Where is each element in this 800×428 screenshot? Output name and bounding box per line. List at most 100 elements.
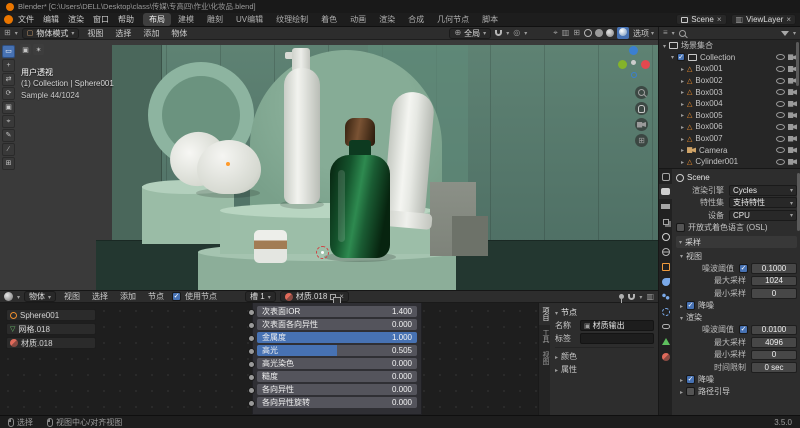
- axis-z-icon[interactable]: [629, 46, 638, 55]
- material-id-block[interactable]: 材质.018: [279, 291, 349, 305]
- use-nodes-checkbox[interactable]: [172, 292, 182, 301]
- tab-tool[interactable]: [659, 169, 672, 184]
- menu-edit[interactable]: 编辑: [39, 14, 63, 25]
- render-denoise-header[interactable]: 降噪: [676, 374, 797, 386]
- noise-threshold-checkbox[interactable]: [739, 263, 748, 273]
- snap-magnet-icon[interactable]: [495, 30, 503, 36]
- render-noise-value[interactable]: 0.0100: [751, 324, 797, 335]
- snap-options-icon[interactable]: [506, 29, 509, 37]
- hide-eye-icon[interactable]: [776, 65, 785, 72]
- navigation-gizmo[interactable]: [616, 46, 650, 80]
- snap-magnet-icon[interactable]: [628, 293, 636, 300]
- proportional-options-icon[interactable]: [524, 29, 527, 37]
- shader-menu-view[interactable]: 视图: [60, 291, 84, 302]
- scale-tool[interactable]: ▣: [2, 101, 15, 114]
- render-visibility-icon[interactable]: [788, 123, 797, 130]
- menu-window[interactable]: 窗口: [89, 14, 113, 25]
- scene-selector[interactable]: Scene: [676, 14, 727, 25]
- duplicate-material-icon[interactable]: [330, 293, 342, 305]
- measure-tool[interactable]: ∕: [2, 143, 15, 156]
- outliner-row-box006[interactable]: Box006: [659, 121, 800, 133]
- solid-shading-icon[interactable]: [594, 29, 603, 37]
- shader-editor[interactable]: 物体 视图 选择 添加 节点 使用节点 槽 1 材质.018 Sphere001: [0, 290, 658, 415]
- rendered-shading-active[interactable]: [616, 27, 629, 39]
- render-visibility-icon[interactable]: [788, 100, 797, 107]
- workspace-tab-shading[interactable]: 着色: [315, 13, 343, 26]
- filter-options-icon[interactable]: [793, 29, 796, 37]
- overlays-toggle-icon[interactable]: [562, 29, 570, 37]
- viewport-noise-value[interactable]: 0.1000: [751, 263, 797, 274]
- render-visibility-icon[interactable]: [788, 147, 797, 154]
- sampling-panel-header[interactable]: 采样: [676, 236, 797, 248]
- outliner-row-box005[interactable]: Box005: [659, 110, 800, 122]
- path-guiding-header[interactable]: 路径引导: [676, 386, 797, 398]
- hide-eye-icon[interactable]: [776, 77, 785, 84]
- tab-physics[interactable]: [659, 304, 672, 319]
- outliner-row-collection[interactable]: Collection: [659, 52, 800, 64]
- tab-object[interactable]: [659, 259, 672, 274]
- viewport-denoise-checkbox[interactable]: [686, 301, 696, 310]
- node-input-subsurface-ior[interactable]: 次表面IOR 1.400: [248, 306, 417, 317]
- editor-type-icon[interactable]: [663, 29, 668, 37]
- viewport-min-samples-value[interactable]: 0: [751, 288, 797, 299]
- camera-view-icon[interactable]: [635, 118, 648, 131]
- zoom-tool-icon[interactable]: [635, 86, 648, 99]
- select-box-tool[interactable]: ▭: [2, 45, 15, 58]
- expand-icon[interactable]: [663, 42, 666, 50]
- expand-icon[interactable]: [681, 88, 684, 96]
- workspace-tab-modeling[interactable]: 建模: [172, 13, 200, 26]
- hide-eye-icon[interactable]: [776, 112, 785, 119]
- outliner-row-box004[interactable]: Box004: [659, 98, 800, 110]
- workspace-tab-compositing[interactable]: 合成: [402, 13, 430, 26]
- node-input-anisotropic-rotation[interactable]: 各向异性旋转 0.000: [248, 397, 417, 408]
- node-section-header[interactable]: 节点: [555, 306, 654, 319]
- feature-set-select[interactable]: 支持特性: [729, 197, 797, 209]
- node-editor-canvas[interactable]: Sphere001 网格.018 材质.018 次表面IOR 1.400 次表面…: [0, 303, 658, 415]
- viewlayer-selector[interactable]: ViewLayer: [730, 14, 796, 25]
- shader-menu-add[interactable]: 添加: [116, 291, 140, 302]
- workspace-tab-geometry-nodes[interactable]: 几何节点: [431, 13, 475, 26]
- tab-modifiers[interactable]: [659, 274, 672, 289]
- viewport-sampling-header[interactable]: 视图: [676, 250, 797, 262]
- breadcrumb-mesh[interactable]: 网格.018: [6, 323, 96, 335]
- gray-step-front[interactable]: [452, 216, 488, 256]
- tab-output[interactable]: [659, 199, 672, 214]
- tab-constraints[interactable]: [659, 319, 672, 334]
- overlays-toggle-icon[interactable]: [646, 293, 654, 301]
- node-input-specular[interactable]: 高光 0.505: [248, 345, 417, 356]
- viewport-menu-object[interactable]: 物体: [167, 28, 191, 39]
- node-input-metallic[interactable]: 金属度 1.000: [248, 332, 417, 343]
- osl-checkbox[interactable]: [676, 223, 685, 233]
- render-visibility-icon[interactable]: [788, 89, 797, 96]
- axis-y-icon[interactable]: [618, 60, 627, 69]
- filter-funnel-icon[interactable]: [780, 30, 789, 36]
- gizmos-toggle-icon[interactable]: [553, 29, 558, 37]
- hide-eye-icon[interactable]: [776, 135, 785, 142]
- tab-view-layer[interactable]: [659, 214, 672, 229]
- render-sampling-header[interactable]: 渲染: [676, 312, 797, 324]
- outliner-row-box002[interactable]: Box002: [659, 75, 800, 87]
- workspace-tab-scripting[interactable]: 脚本: [476, 13, 504, 26]
- viewport-menu-select[interactable]: 选择: [111, 28, 135, 39]
- annotate-tool[interactable]: ✎: [2, 129, 15, 142]
- blender-menu-icon[interactable]: [4, 15, 13, 24]
- snap-options-icon[interactable]: [639, 293, 642, 301]
- device-select[interactable]: CPU: [729, 209, 797, 221]
- editor-type-icon[interactable]: [4, 29, 11, 37]
- outliner-scrollbar[interactable]: [796, 42, 799, 86]
- shader-type-dropdown[interactable]: 物体: [24, 291, 57, 302]
- render-min-samples-value[interactable]: 0: [751, 349, 797, 360]
- menu-file[interactable]: 文件: [14, 14, 38, 25]
- properties-section-header[interactable]: 属性: [555, 363, 654, 376]
- breadcrumb-material[interactable]: 材质.018: [6, 337, 96, 349]
- shader-menu-select[interactable]: 选择: [88, 291, 112, 302]
- workspace-tab-texture-paint[interactable]: 纹理绘制: [270, 13, 314, 26]
- tab-object-data[interactable]: [659, 334, 672, 349]
- time-limit-value[interactable]: 0 sec: [751, 362, 797, 373]
- tab-render[interactable]: [659, 184, 672, 199]
- collection-checkbox[interactable]: [677, 53, 686, 62]
- hide-eye-icon[interactable]: [776, 100, 785, 107]
- expand-icon[interactable]: [681, 100, 684, 108]
- sidebar-tab-tool[interactable]: 工具: [539, 325, 551, 347]
- gizmos-mini-icon[interactable]: [20, 44, 31, 55]
